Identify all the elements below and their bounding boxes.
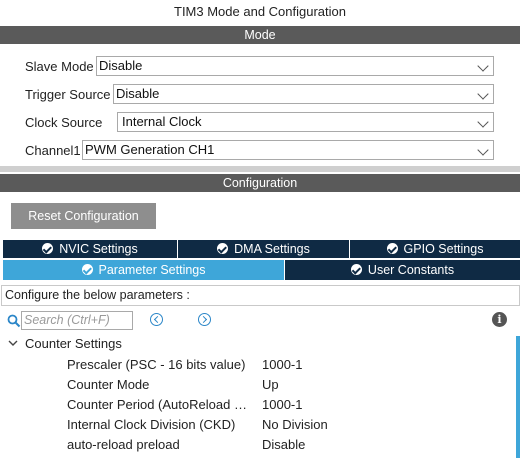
chevron-down-icon	[477, 60, 489, 72]
check-circle-icon	[42, 243, 54, 254]
info-icon[interactable]: i	[492, 312, 507, 327]
configuration-section-header: Configuration	[0, 174, 520, 192]
tab-label: User Constants	[367, 263, 455, 277]
window-title: TIM3 Mode and Configuration	[174, 4, 346, 19]
check-circle-icon	[217, 243, 229, 254]
expand-chevron-icon[interactable]	[8, 339, 18, 347]
mode-section-header: Mode	[0, 26, 520, 44]
param-label-counter-mode: Counter Mode	[67, 377, 150, 392]
tab-label: Parameter Settings	[98, 263, 206, 277]
param-value-counter-period[interactable]: 1000-1	[262, 397, 302, 412]
tab-dma-settings[interactable]: DMA Settings	[177, 240, 349, 258]
tab-label: DMA Settings	[234, 242, 310, 256]
param-value-auto-reload-preload[interactable]: Disable	[262, 437, 305, 452]
trigger-source-select[interactable]: Disable	[113, 84, 494, 104]
pane-splitter[interactable]	[0, 166, 520, 172]
slave-mode-value: Disable	[99, 58, 143, 73]
channel1-value: PWM Generation CH1	[85, 142, 215, 157]
tab-label: GPIO Settings	[403, 242, 484, 256]
trigger-source-value: Disable	[116, 86, 160, 101]
param-label-counter-period: Counter Period (AutoReload Register - 16…	[67, 397, 255, 412]
tab-user-constants[interactable]: User Constants	[284, 260, 520, 280]
param-label-clock-division: Internal Clock Division (CKD)	[67, 417, 236, 432]
arrow-left-circle-icon[interactable]	[150, 313, 163, 326]
channel1-select[interactable]: PWM Generation CH1	[82, 140, 494, 160]
clock-source-select[interactable]: Internal Clock	[117, 112, 494, 132]
counter-settings-group[interactable]: Counter Settings	[25, 336, 122, 351]
trigger-source-label: Trigger Source	[25, 87, 111, 102]
channel1-label: Channel1	[25, 143, 81, 158]
check-circle-icon	[81, 264, 93, 275]
search-input[interactable]: Search (Ctrl+F)	[21, 311, 133, 330]
tab-label: NVIC Settings	[59, 242, 138, 256]
search-icon[interactable]	[7, 314, 21, 328]
param-value-prescaler[interactable]: 1000-1	[262, 357, 302, 372]
slave-mode-select[interactable]: Disable	[96, 56, 494, 76]
slave-mode-label: Slave Mode	[25, 59, 94, 74]
param-value-counter-mode[interactable]: Up	[262, 377, 279, 392]
chevron-down-icon	[477, 144, 489, 156]
tab-gpio-settings[interactable]: GPIO Settings	[349, 240, 520, 258]
tab-parameter-settings[interactable]: Parameter Settings	[3, 260, 284, 280]
param-value-clock-division[interactable]: No Division	[262, 417, 328, 432]
check-circle-icon	[350, 264, 362, 275]
check-circle-icon	[386, 243, 398, 254]
parameters-description: Configure the below parameters :	[1, 285, 520, 306]
arrow-right-circle-icon[interactable]	[198, 313, 211, 326]
reset-configuration-button[interactable]: Reset Configuration	[11, 203, 156, 229]
scrollbar[interactable]	[516, 336, 520, 458]
clock-source-value: Internal Clock	[122, 114, 202, 129]
tab-nvic-settings[interactable]: NVIC Settings	[3, 240, 177, 258]
chevron-down-icon	[477, 88, 489, 100]
chevron-down-icon	[477, 116, 489, 128]
param-label-auto-reload-preload: auto-reload preload	[67, 437, 180, 452]
clock-source-label: Clock Source	[25, 115, 103, 130]
param-label-prescaler: Prescaler (PSC - 16 bits value)	[67, 357, 246, 372]
